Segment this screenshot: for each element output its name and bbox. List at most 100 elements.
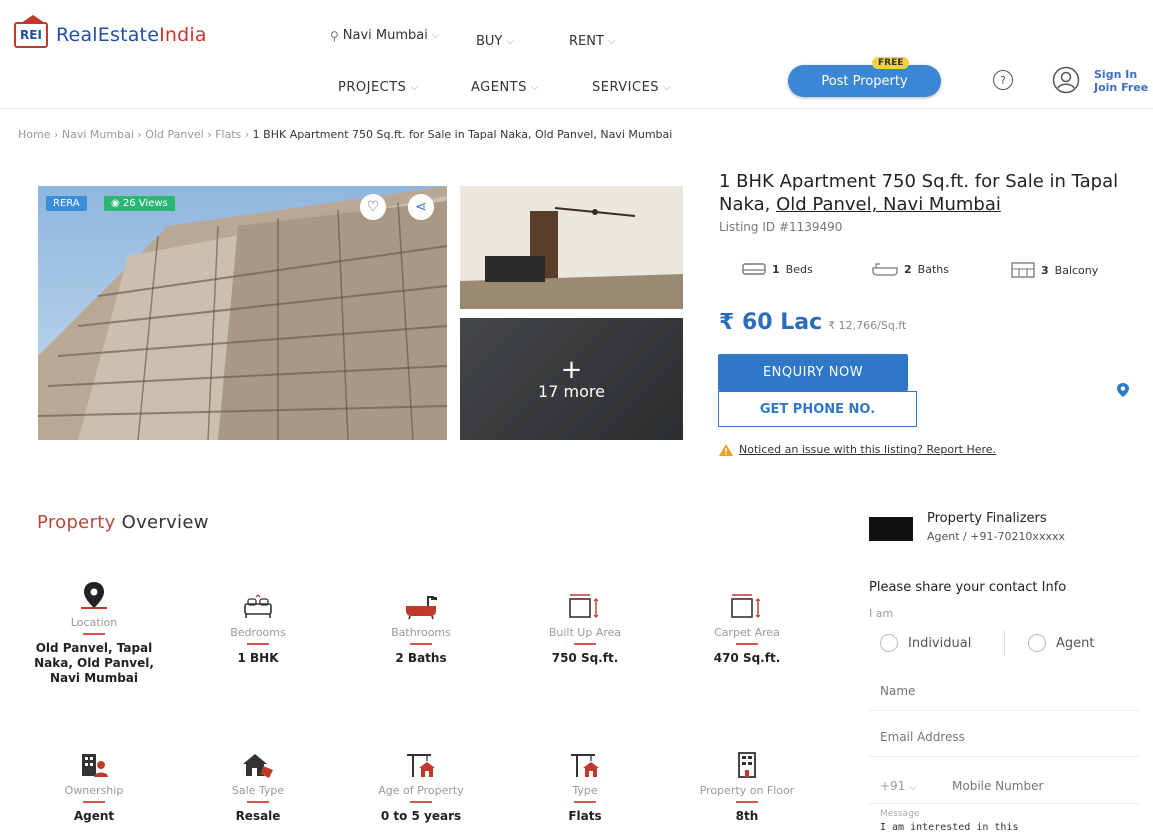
overview-label: Bedrooms xyxy=(230,626,286,639)
report-issue[interactable]: Noticed an issue with this listing? Repo… xyxy=(719,443,996,456)
area-icon xyxy=(672,592,822,620)
radio-individual-label: Individual xyxy=(908,635,972,651)
get-phone-button[interactable]: GET PHONE NO. xyxy=(718,391,917,427)
header-divider xyxy=(0,108,1153,109)
location-selector[interactable]: ⚲ Navi Mumbai ⌵ xyxy=(330,28,439,43)
overview-divider xyxy=(247,801,269,803)
nav-services-label: SERVICES xyxy=(592,80,660,95)
overview-value: 750 Sq.ft. xyxy=(551,651,619,665)
site-logo[interactable]: REI RealEstateIndia xyxy=(14,15,207,48)
nav-buy-label: BUY xyxy=(476,34,503,49)
nav-projects[interactable]: PROJECTS ⌵ xyxy=(338,80,419,95)
listing-title-location-link[interactable]: Old Panvel, Navi Mumbai xyxy=(776,194,1001,215)
nav-agents-label: AGENTS xyxy=(471,80,527,95)
chevron-down-icon: ⌵ xyxy=(909,782,917,793)
overview-label: Built Up Area xyxy=(548,626,622,639)
price: ₹ 60 Lac ₹ 12,766/Sq.ft xyxy=(719,310,906,335)
main-property-photo[interactable]: RERA ◉ 26 Views ♡ ⋖ xyxy=(38,186,447,440)
overview-floor: Property on Floor 8th xyxy=(672,752,822,824)
breadcrumb-sep: › xyxy=(137,128,142,141)
overview-title-b: Overview xyxy=(115,512,209,533)
user-icon[interactable] xyxy=(1052,66,1080,94)
overview-label: Age of Property xyxy=(378,784,464,797)
i-am-label: I am xyxy=(869,607,894,620)
breadcrumb-locality[interactable]: Old Panvel xyxy=(145,128,203,141)
beds-label: Beds xyxy=(785,262,813,276)
overview-divider xyxy=(410,643,432,645)
more-photos-overlay[interactable]: + 17 more xyxy=(460,318,683,440)
heart-icon[interactable]: ♡ xyxy=(360,194,386,220)
overview-age: Age of Property 0 to 5 years xyxy=(346,752,496,824)
agent-contact: Agent / +91-70210xxxxx xyxy=(927,530,1065,543)
contact-form-heading: Please share your contact Info xyxy=(869,580,1067,595)
radio-divider xyxy=(1004,630,1005,656)
location-pin-icon xyxy=(19,576,169,610)
thumbnail-photo-2[interactable]: + 17 more xyxy=(460,318,683,440)
email-field[interactable]: Email Address xyxy=(880,730,965,744)
radio-circle[interactable] xyxy=(1028,634,1046,652)
overview-label: Carpet Area xyxy=(714,626,780,639)
breadcrumb-home[interactable]: Home xyxy=(18,128,50,141)
warning-icon xyxy=(719,443,733,456)
nav-services[interactable]: SERVICES ⌵ xyxy=(592,80,671,95)
balcony-value: 3 xyxy=(1041,263,1049,277)
beds-value: 1 xyxy=(772,262,780,276)
field-underline xyxy=(869,756,1139,757)
agent-name: Property Finalizers xyxy=(927,511,1047,526)
breadcrumb: Home › Navi Mumbai › Old Panvel › Flats … xyxy=(18,128,672,141)
overview-divider xyxy=(83,801,105,803)
rera-badge: RERA xyxy=(46,196,87,211)
breadcrumb-type[interactable]: Flats xyxy=(215,128,241,141)
listing-title: 1 BHK Apartment 750 Sq.ft. for Sale in T… xyxy=(719,170,1129,216)
share-icon[interactable]: ⋖ xyxy=(408,194,434,220)
overview-label: Property on Floor xyxy=(699,784,795,797)
nav-agents[interactable]: AGENTS ⌵ xyxy=(471,80,539,95)
post-property-button[interactable]: FREE Post Property xyxy=(788,57,941,97)
overview-label: Sale Type xyxy=(231,784,285,797)
chevron-down-icon: ⌵ xyxy=(607,36,616,47)
field-underline xyxy=(869,710,1139,711)
radio-agent[interactable]: Agent xyxy=(1028,634,1094,652)
nav-rent-label: RENT xyxy=(569,34,604,49)
breadcrumb-city[interactable]: Navi Mumbai xyxy=(62,128,134,141)
beds-feature: 1 Beds xyxy=(742,262,813,276)
nav-rent[interactable]: RENT ⌵ xyxy=(569,34,616,49)
bed-icon xyxy=(742,263,766,275)
thumbnail-photo-1[interactable] xyxy=(460,186,683,309)
building-floor-icon xyxy=(672,752,822,778)
overview-label: Type xyxy=(572,784,598,797)
message-textarea[interactable]: I am interested in this xyxy=(880,822,1018,833)
balcony-label: Balcony xyxy=(1054,263,1099,277)
nav-buy[interactable]: BUY ⌵ xyxy=(476,34,514,49)
radio-agent-label: Agent xyxy=(1056,635,1095,651)
post-property-label: Post Property xyxy=(821,73,908,89)
price-per-sqft: ₹ 12,766/Sq.ft xyxy=(828,319,907,332)
sign-in-label: Sign In xyxy=(1094,68,1138,81)
chevron-down-icon: ⌵ xyxy=(663,82,672,93)
baths-feature: 2 Baths xyxy=(872,262,949,276)
map-pin-icon[interactable] xyxy=(1116,382,1130,398)
report-issue-link[interactable]: Noticed an issue with this listing? Repo… xyxy=(739,443,996,456)
enquiry-now-button[interactable]: ENQUIRY NOW xyxy=(718,354,908,391)
overview-value: Flats xyxy=(568,809,602,823)
radio-circle[interactable] xyxy=(880,634,898,652)
construction-crane-icon xyxy=(510,752,660,778)
overview-built-up-area: Built Up Area 750 Sq.ft. xyxy=(510,592,660,666)
location-pin-icon: ⚲ xyxy=(330,28,339,43)
overview-value: Old Panvel, Tapal Naka, Old Panvel, Navi… xyxy=(34,641,154,685)
name-field[interactable]: Name xyxy=(880,684,915,698)
help-icon[interactable]: ? xyxy=(993,70,1013,90)
country-code-select[interactable]: +91 ⌵ xyxy=(880,779,917,793)
sign-in-link[interactable]: Sign In Join Free xyxy=(1094,68,1148,94)
radio-individual[interactable]: Individual xyxy=(880,634,971,652)
free-badge: FREE xyxy=(872,57,910,69)
views-count: 26 Views xyxy=(122,198,168,209)
breadcrumb-sep: › xyxy=(244,128,250,141)
mobile-field[interactable]: Mobile Number xyxy=(952,779,1043,793)
breadcrumb-sep: › xyxy=(207,128,212,141)
message-label: Message xyxy=(880,809,920,819)
logo-text: RealEstateIndia xyxy=(56,24,207,46)
join-free-label: Join Free xyxy=(1094,81,1149,94)
nav-projects-label: PROJECTS xyxy=(338,80,407,95)
overview-value: 0 to 5 years xyxy=(380,809,462,823)
